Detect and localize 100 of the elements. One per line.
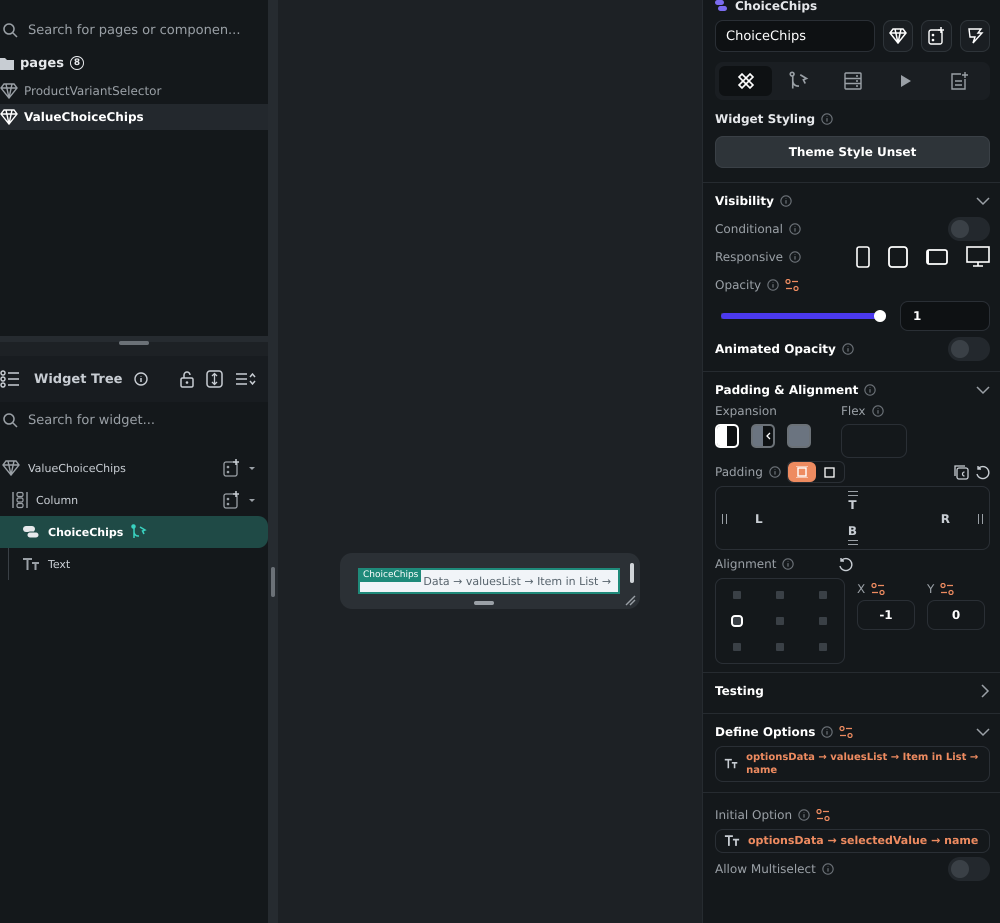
info-icon bbox=[864, 384, 876, 396]
note-add-icon bbox=[949, 71, 970, 91]
tree-node[interactable]: Column bbox=[0, 484, 268, 516]
opacity-slider[interactable] bbox=[721, 310, 886, 322]
toggle-switch[interactable] bbox=[948, 337, 990, 361]
add-widget-button[interactable] bbox=[921, 20, 952, 52]
chevron-left-icon bbox=[766, 432, 770, 440]
text-icon bbox=[724, 758, 738, 770]
flexible-expansion-button[interactable] bbox=[751, 424, 775, 448]
style-tab[interactable] bbox=[719, 66, 772, 96]
field-label: Alignment bbox=[715, 557, 776, 571]
add-widget-icon[interactable] bbox=[223, 459, 240, 477]
field-label: Expansion bbox=[715, 404, 778, 418]
info-icon bbox=[782, 558, 794, 570]
y-field[interactable]: 0 bbox=[927, 600, 985, 630]
page-item[interactable]: ValueChoiceChips bbox=[0, 104, 268, 130]
variable-icon[interactable] bbox=[816, 809, 830, 821]
toggle-switch[interactable] bbox=[948, 857, 990, 882]
phone-icon[interactable] bbox=[856, 246, 870, 268]
variable-icon[interactable] bbox=[785, 279, 800, 291]
field-label: Padding bbox=[715, 465, 763, 479]
section-title: Define Options bbox=[715, 725, 816, 739]
square-icon bbox=[824, 466, 836, 478]
chevron-icon[interactable] bbox=[976, 728, 990, 736]
chips-icon bbox=[22, 525, 40, 539]
tablet-icon[interactable] bbox=[888, 246, 908, 268]
folder-label[interactable]: pages bbox=[20, 56, 64, 70]
info-icon bbox=[789, 251, 802, 263]
tree-node[interactable]: ChoiceChips bbox=[0, 516, 268, 548]
flex-field[interactable] bbox=[841, 424, 907, 458]
resize-handle[interactable] bbox=[119, 341, 149, 345]
diamond-icon bbox=[0, 109, 18, 125]
widget-type-label: ChoiceChips bbox=[735, 0, 818, 13]
sort-icon[interactable] bbox=[235, 372, 256, 386]
diamond-button[interactable] bbox=[883, 20, 914, 52]
alignment-point[interactable] bbox=[731, 615, 744, 627]
choice-chips-widget[interactable]: ChoiceChips Data → valuesList → Item in List → bbox=[358, 568, 620, 594]
scrollbar-handle[interactable] bbox=[630, 563, 634, 583]
expand-icon[interactable] bbox=[206, 370, 223, 388]
side-label: L bbox=[755, 512, 763, 526]
lock-icon[interactable] bbox=[180, 370, 194, 388]
initial-option-field[interactable]: optionsData → selectedValue → name bbox=[715, 829, 990, 854]
info-icon bbox=[780, 195, 792, 207]
server-icon bbox=[842, 71, 863, 91]
variable-icon[interactable] bbox=[871, 583, 886, 595]
copy-icon[interactable] bbox=[953, 464, 969, 480]
caret-icon[interactable] bbox=[248, 498, 256, 502]
search-icon bbox=[2, 412, 18, 428]
reset-icon[interactable] bbox=[975, 464, 990, 480]
caret-icon[interactable] bbox=[248, 466, 256, 470]
desktop-icon[interactable] bbox=[966, 246, 990, 268]
action-icon bbox=[789, 71, 810, 91]
resize-handle[interactable] bbox=[271, 566, 275, 596]
all-padding-button[interactable] bbox=[788, 462, 816, 482]
search-field[interactable]: Search for widget... bbox=[26, 412, 268, 428]
info-icon bbox=[821, 726, 834, 738]
chevron-icon[interactable] bbox=[976, 386, 990, 394]
add-widget-icon[interactable] bbox=[223, 491, 240, 509]
slider-thumb[interactable] bbox=[874, 310, 886, 322]
field-label: X bbox=[857, 582, 866, 596]
resize-corner-icon[interactable] bbox=[625, 595, 636, 606]
widget-name-field[interactable]: ChoiceChips bbox=[715, 20, 875, 52]
text-icon bbox=[724, 835, 740, 848]
field-label: Allow Multiselect bbox=[715, 862, 816, 876]
theme-style-button[interactable]: Theme Style Unset bbox=[715, 136, 990, 168]
options-binding-field[interactable]: optionsData → valuesList → Item in List → name bbox=[715, 746, 990, 782]
variable-icon[interactable] bbox=[940, 583, 954, 595]
toggle-switch[interactable] bbox=[948, 217, 990, 241]
opacity-field[interactable]: 1 bbox=[900, 301, 990, 331]
panel-title: Widget Tree bbox=[34, 372, 122, 386]
action-icon bbox=[131, 524, 148, 540]
code-button[interactable] bbox=[960, 20, 990, 52]
field-label: Y bbox=[927, 582, 934, 596]
page-count: 8 bbox=[70, 56, 84, 70]
add-widget-icon bbox=[928, 27, 945, 45]
search-field[interactable]: Search for pages or componen... bbox=[26, 22, 268, 38]
text-icon bbox=[22, 558, 40, 570]
reset-icon[interactable] bbox=[838, 556, 854, 572]
chips-icon bbox=[715, 0, 727, 12]
default-expansion-button[interactable] bbox=[715, 424, 739, 448]
x-field[interactable]: -1 bbox=[857, 600, 915, 630]
play-icon bbox=[900, 74, 912, 88]
padding-editor[interactable]: T L R B bbox=[715, 486, 990, 550]
section-title: Widget Styling bbox=[715, 112, 816, 126]
info-icon bbox=[872, 405, 884, 417]
info-icon bbox=[768, 466, 781, 478]
info-icon bbox=[767, 279, 780, 291]
diamond-icon bbox=[0, 83, 18, 99]
expanded-expansion-button[interactable] bbox=[787, 424, 811, 448]
page-item[interactable]: ProductVariantSelector bbox=[0, 78, 268, 104]
tree-node[interactable]: ValueChoiceChips bbox=[0, 452, 268, 484]
resize-handle[interactable] bbox=[474, 601, 494, 605]
tablet-landscape-icon[interactable] bbox=[926, 249, 948, 265]
info-icon bbox=[134, 372, 148, 386]
field-label: Flex bbox=[841, 404, 866, 418]
side-label: T bbox=[848, 498, 857, 512]
chevron-icon[interactable] bbox=[976, 196, 990, 206]
chevron-icon[interactable] bbox=[981, 684, 990, 698]
side-label: B bbox=[848, 524, 858, 538]
variable-icon[interactable] bbox=[839, 726, 854, 738]
